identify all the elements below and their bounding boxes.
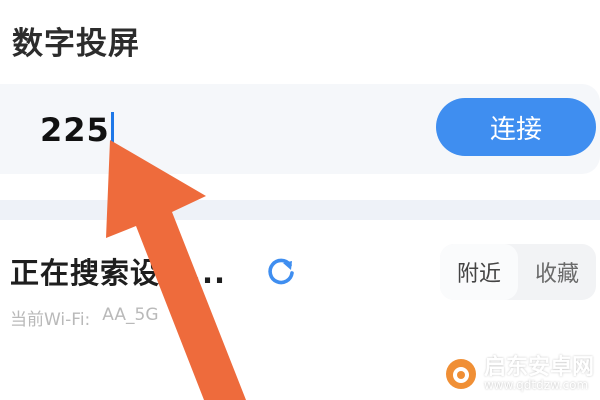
screen: 数字投屏 225 连接 正在搜索设备... 附近 收藏 当前Wi-Fi: AA_… xyxy=(0,0,600,400)
watermark-logo-icon xyxy=(445,359,476,390)
watermark-url: www.qdtdzw.com xyxy=(483,378,589,393)
watermark: 启东安卓网 www.qdtdzw.com xyxy=(444,356,594,392)
arrow-pointer-icon xyxy=(106,140,246,400)
watermark-title: 启东安卓网 xyxy=(483,355,594,381)
